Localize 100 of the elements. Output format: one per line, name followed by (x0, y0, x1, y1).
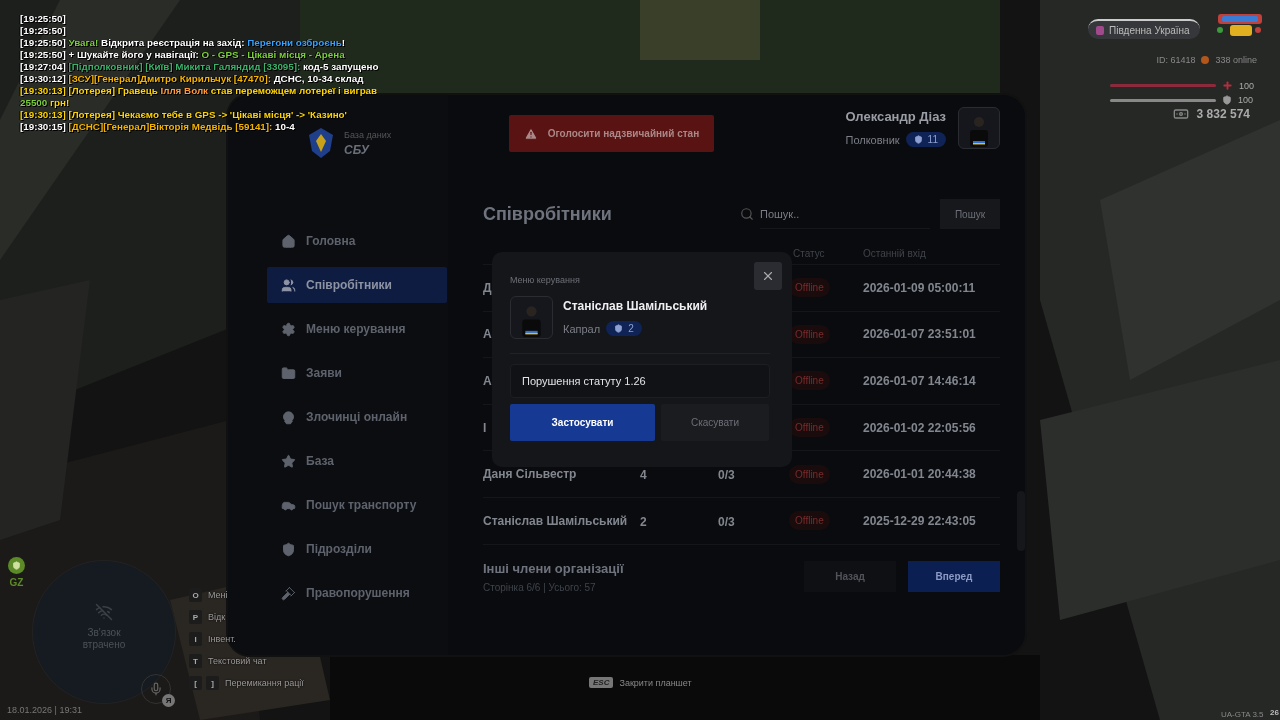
last-login-cell: 2026-01-02 22:05:56 (863, 420, 976, 435)
status-badge: Offline (789, 278, 830, 298)
status-badge: Offline (789, 324, 830, 344)
chat-message: [19:30:15] [ДСНС][Генерал]Вікторія Медвідь [59141]: 10-4 (20, 121, 295, 133)
nav-item[interactable]: Підрозділи (267, 531, 447, 567)
shield-icon (614, 324, 624, 333)
last-login-cell: 2026-01-07 14:46:14 (863, 374, 976, 388)
chat-message: [19:27:04] [Підполковник] [Київ] Микита Галяндид [33095]: код-5 запущено (20, 61, 379, 73)
key-cap: ESC (589, 677, 614, 688)
player-id: ID: 61418 (1156, 55, 1196, 65)
nav-item[interactable]: Заяви (267, 355, 447, 391)
key-cap: ] (206, 676, 219, 690)
nav-item[interactable]: База (267, 443, 447, 479)
star-icon (281, 453, 296, 469)
chat-message: [19:30:13] [Лотерея] Гравець Ілля Волк став переможцем лотереї і виграв 25500 грн! (20, 85, 379, 109)
key-cap: P (189, 610, 202, 624)
status-badge: Offline (789, 511, 830, 531)
search-button[interactable]: Пошук (940, 199, 1000, 229)
avatar (958, 107, 1000, 149)
server-icon (1096, 25, 1104, 35)
server-name: Південна Україна (1109, 24, 1190, 36)
warnings-cell: 0/3 (718, 468, 735, 483)
status-badge: Offline (789, 418, 830, 438)
search-icon (740, 207, 754, 221)
armor-value: 100 (1238, 95, 1254, 105)
status-badge: Offline (789, 371, 830, 391)
page-button[interactable]: Вперед (908, 561, 1000, 593)
version-label: UA-GTA 3.5 (1221, 710, 1264, 719)
hint-label: Мені (208, 590, 228, 600)
user-name: Олександр Діаз (845, 109, 946, 124)
key-cap: O (189, 588, 202, 602)
online-dot-icon (1201, 56, 1210, 64)
people-icon (281, 277, 296, 293)
corner-label: 26 (1270, 708, 1279, 717)
section-title: Інші члени організації (483, 560, 625, 576)
hint-label: Перемикання рації (225, 678, 304, 688)
shield-icon (913, 135, 923, 144)
rank-cell: 4 (640, 468, 647, 483)
zone-label: GZ (9, 577, 24, 588)
key-cap: [ (189, 676, 202, 690)
dialog-title: Меню керування (510, 275, 580, 285)
page-title: Співробітники (483, 203, 613, 225)
nav-item[interactable]: Головна (267, 223, 447, 259)
armor-icon (1222, 95, 1232, 105)
apply-button[interactable]: Застосувати (510, 404, 655, 441)
column-header: Статус (793, 248, 826, 259)
key-cap: I (189, 632, 202, 646)
money-amount: 3 832 574 (1196, 107, 1250, 121)
gavel-icon (281, 585, 296, 601)
money-icon (1172, 106, 1189, 122)
last-login-cell: 2025-12-29 22:43:05 (863, 513, 976, 528)
name-cell: І (483, 420, 487, 435)
health-icon (1222, 80, 1233, 91)
nav-item[interactable]: Меню керування (267, 311, 447, 347)
reason-field[interactable]: Порушення статуту 1.26 (510, 364, 770, 398)
page-button[interactable]: Назад (804, 561, 896, 593)
rank-badge: 11 (905, 132, 946, 147)
search-field[interactable]: Пошук.. (760, 199, 930, 229)
rank-badge: 2 (606, 321, 642, 336)
cancel-button[interactable]: Скасувати (661, 404, 769, 441)
date-time: 18.01.2026 | 19:31 (7, 705, 82, 715)
column-header: Останній вхід (863, 248, 927, 259)
hint-label: Інвент. (208, 634, 236, 644)
gear-icon (281, 321, 296, 337)
chat-message: [19:25:50] + Шукайте його у навігації: O - GPS - Цікаві місця - Арена (20, 49, 345, 61)
hint-label: Текстовий чат (208, 656, 267, 666)
chat-message: [19:30:12] [ЗСУ][Генерал]Дмитро Кирильчук [47470]: ДСНС, 10-34 склад (20, 73, 364, 85)
brand-title: СБУ (344, 142, 371, 157)
nav-item[interactable]: Співробітники (267, 267, 447, 303)
health-value: 100 (1239, 80, 1255, 91)
close-icon (761, 269, 775, 283)
online-count: 338 online (1215, 55, 1257, 65)
person-rank: Капрал (563, 322, 601, 335)
nav-item[interactable]: Правопорушення (267, 575, 447, 611)
name-cell: А (483, 374, 492, 388)
nav-item[interactable]: Злочинці онлайн (267, 399, 447, 435)
chat-message: [19:25:50] (20, 13, 66, 25)
last-login-cell: 2026-01-01 20:44:38 (863, 467, 976, 482)
last-login-cell: 2026-01-09 05:00:11 (863, 280, 976, 295)
status-badge: Offline (789, 464, 830, 484)
wifi-off-icon (95, 603, 113, 621)
hint-label: Відк (208, 612, 226, 622)
warning-icon (523, 126, 538, 141)
shield-icon (281, 541, 296, 557)
person-name: Станіслав Шамільський (563, 299, 708, 313)
mic-icon (149, 682, 163, 696)
close-button[interactable] (754, 262, 782, 290)
house-icon (281, 233, 296, 249)
emergency-button[interactable]: Оголосити надзвичайний стан (509, 115, 714, 152)
key-cap: T (189, 654, 202, 668)
avatar (510, 296, 553, 339)
rank-cell: 2 (640, 514, 647, 529)
hint-label: Закрити планшет (619, 677, 692, 688)
name-cell: Станіслав Шамільський (483, 513, 628, 528)
warnings-cell: 0/3 (718, 514, 735, 529)
name-cell: Даня Сільвестр (483, 467, 577, 482)
folder-icon (281, 365, 296, 381)
chat-message: [19:30:13] [Лотерея] Чекаємо тебе в GPS -> 'Цікаві місця' -> 'Казино' (20, 109, 347, 121)
nav-item[interactable]: Пошук транспорту (267, 487, 447, 523)
chat-message: [19:25:50] (20, 25, 66, 37)
